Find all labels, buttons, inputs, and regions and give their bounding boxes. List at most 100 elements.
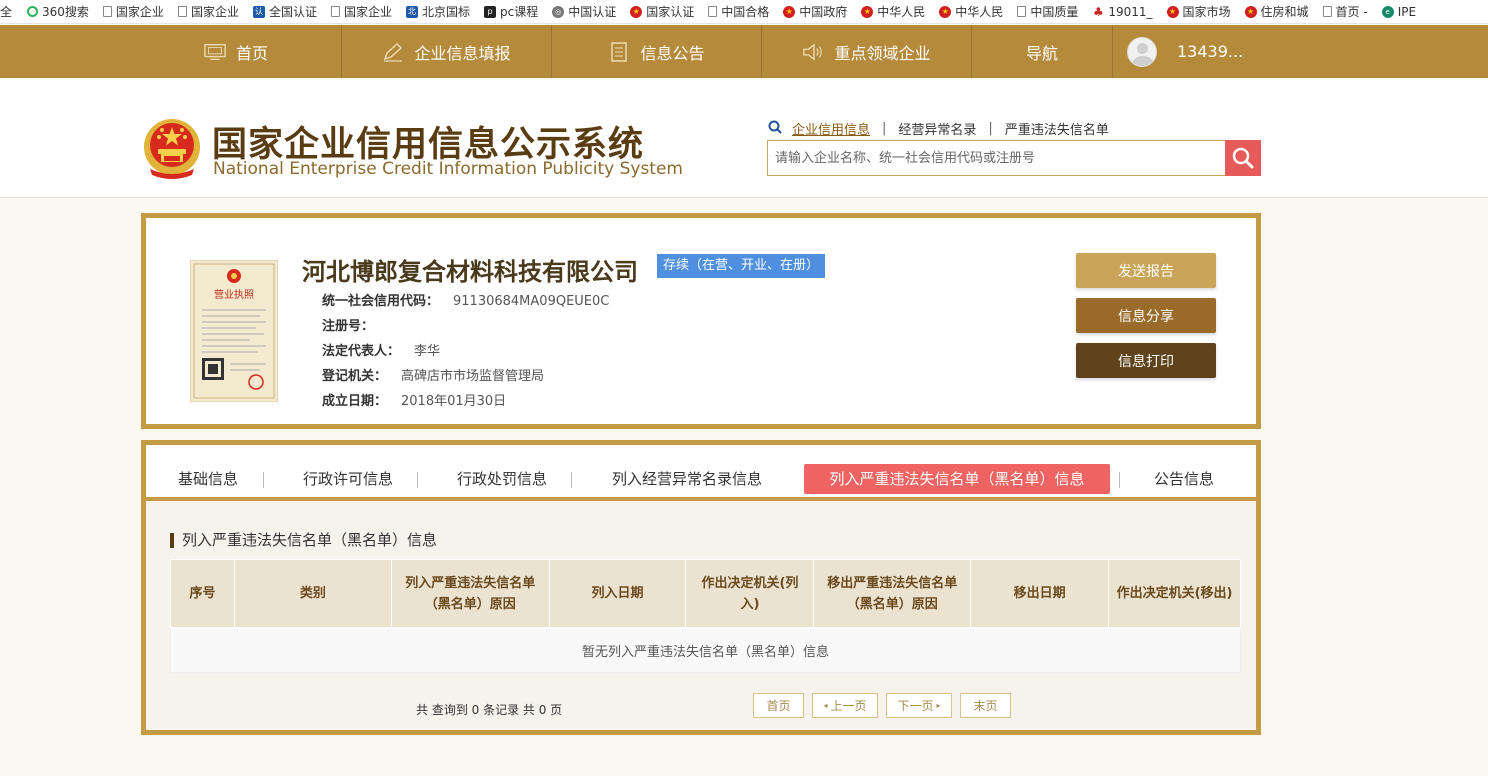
blacklist-table: 序号 类别 列入严重违法失信名单（黑名单）原因 列入日期 作出决定机关(列入) … xyxy=(170,559,1241,673)
pager-last-button[interactable]: 末页 xyxy=(960,693,1011,718)
field-credit-code: 统一社会信用代码： 91130684MA09QEUE0C xyxy=(322,294,610,309)
bookmark-item[interactable]: 国家企业 xyxy=(171,0,246,23)
emblem-icon: ★ xyxy=(630,5,643,18)
link-abnormal-list[interactable]: 经营异常名录 xyxy=(898,119,976,138)
bookmark-item[interactable]: e IPE xyxy=(1375,0,1423,23)
search-button[interactable] xyxy=(1225,140,1261,176)
site-subtitle: National Enterprise Credit Information P… xyxy=(213,159,683,179)
company-name: 河北博郎复合材料科技有限公司 xyxy=(302,258,638,286)
pager-first-button[interactable]: 首页 xyxy=(753,693,804,718)
nav-spacer-left xyxy=(0,25,131,78)
table-row: 暂无列入严重违法失信名单（黑名单）信息 xyxy=(170,627,1241,673)
nav-notice[interactable]: 信息公告 xyxy=(552,25,762,78)
field-founded: 成立日期： 2018年01月30日 xyxy=(322,394,507,409)
bookmark-item[interactable]: ★ 中华人民 xyxy=(932,0,1010,23)
tab-blacklist[interactable]: 列入严重违法失信名单（黑名单）信息 xyxy=(804,464,1110,494)
nav-user[interactable]: 13439... xyxy=(1113,25,1293,78)
column-header: 作出决定机关(列入) xyxy=(685,559,815,628)
search-input[interactable] xyxy=(768,141,1225,175)
column-header: 列入日期 xyxy=(548,559,687,628)
emblem-icon: ★ xyxy=(939,5,952,18)
avatar xyxy=(1127,36,1157,67)
record-count: 共 查询到 0 条记录 共 0 页 xyxy=(416,703,563,717)
field-reg-number: 注册号： xyxy=(322,319,375,334)
chevron-right-icon: ▸ xyxy=(936,701,941,710)
bookmark-item[interactable]: 全 xyxy=(0,0,20,23)
course-icon: p xyxy=(484,5,496,18)
detail-panel: 基础信息 行政许可信息 行政处罚信息 列入经营异常名录信息 列入严重违法失信名单… xyxy=(141,440,1261,735)
bookmark-item[interactable]: 首页 - xyxy=(1316,0,1375,23)
business-license-image: 营业执照 xyxy=(190,260,278,402)
bookmark-item[interactable]: 认全国认证 xyxy=(246,0,324,23)
bookmarks-bar: 全 360搜索 国家企业 国家企业 认全国认证 国家企业 北北京国标 p pc课程… xyxy=(0,0,1488,24)
nav-fill-report[interactable]: 企业信息填报 xyxy=(342,25,552,78)
license-title: 营业执照 xyxy=(214,288,254,301)
send-report-button[interactable]: 发送报告 xyxy=(1076,253,1216,288)
table-header-row: 序号 类别 列入严重违法失信名单（黑名单）原因 列入日期 作出决定机关(列入) … xyxy=(170,559,1241,628)
divider: | xyxy=(988,121,993,136)
pencil-icon xyxy=(382,42,404,62)
search-icon xyxy=(768,120,782,138)
bookmark-item[interactable]: ◎ 中国认证 xyxy=(545,0,623,23)
share-button[interactable]: 信息分享 xyxy=(1076,298,1216,333)
section-title: 列入严重违法失信名单（黑名单）信息 xyxy=(170,533,437,548)
document-icon xyxy=(608,41,630,62)
tab-basic-info[interactable]: 基础信息 xyxy=(158,464,258,494)
bookmark-item[interactable]: ★ 中国政府 xyxy=(776,0,854,23)
column-header: 列入严重违法失信名单（黑名单）原因 xyxy=(390,559,550,628)
column-header: 类别 xyxy=(233,559,392,628)
divider xyxy=(571,472,572,488)
page-icon xyxy=(330,6,340,17)
national-emblem-icon xyxy=(144,119,200,179)
emblem-icon: ★ xyxy=(1244,5,1257,18)
monitor-icon xyxy=(204,43,226,61)
speaker-icon xyxy=(802,42,824,61)
link-blacklist[interactable]: 严重违法失信名单 xyxy=(1005,119,1109,138)
page-icon xyxy=(708,6,718,17)
page-icon xyxy=(1017,6,1027,17)
print-button[interactable]: 信息打印 xyxy=(1076,343,1216,378)
bookmark-item[interactable]: ★ 中华人民 xyxy=(854,0,932,23)
search-icon xyxy=(1232,147,1254,169)
pager-next-button[interactable]: 下一页 ▸ xyxy=(886,693,952,718)
bookmark-item[interactable]: ★ 国家市场 xyxy=(1160,0,1238,23)
bookmark-item[interactable]: ★ 住房和城 xyxy=(1238,0,1316,23)
divider xyxy=(1119,472,1120,488)
nav-guide[interactable]: 导航 xyxy=(972,25,1113,78)
tab-announcement[interactable]: 公告信息 xyxy=(1136,464,1232,494)
link-credit-info[interactable]: 企业信用信息 xyxy=(792,119,870,138)
column-header: 序号 xyxy=(170,559,235,628)
page-icon xyxy=(1322,6,1332,17)
tab-penalty[interactable]: 行政处罚信息 xyxy=(442,464,562,494)
search-type-links: 企业信用信息 | 经营异常名录 | 严重违法失信名单 xyxy=(768,119,1109,138)
divider: | xyxy=(882,121,887,136)
nav-key-enterprise[interactable]: 重点领域企业 xyxy=(762,25,972,78)
bookmark-item[interactable]: 国家企业 xyxy=(96,0,171,23)
bookmark-item[interactable]: 国家企业 xyxy=(324,0,399,23)
bookmark-item[interactable]: 360搜索 xyxy=(20,0,96,23)
pager-prev-button[interactable]: ◂ 上一页 xyxy=(812,693,878,718)
nav-home[interactable]: 首页 xyxy=(131,25,342,78)
emblem-icon: ★ xyxy=(783,5,796,18)
field-authority: 登记机关： 高碑店市市场监督管理局 xyxy=(322,369,545,384)
bookmark-item[interactable]: 北北京国标 xyxy=(399,0,477,23)
tab-license[interactable]: 行政许可信息 xyxy=(288,464,408,494)
bookmark-item[interactable]: 中国合格 xyxy=(701,0,776,23)
bookmark-item[interactable]: ★ 国家认证 xyxy=(623,0,701,23)
empty-message: 暂无列入严重违法失信名单（黑名单）信息 xyxy=(170,627,1241,673)
person-icon: ♣ xyxy=(1092,4,1104,19)
tab-bar: 基础信息 行政许可信息 行政处罚信息 列入经营异常名录信息 列入严重违法失信名单… xyxy=(146,445,1256,501)
360-icon xyxy=(27,6,39,17)
tab-abnormal[interactable]: 列入经营异常名录信息 xyxy=(596,464,778,494)
chevron-left-icon: ◂ xyxy=(823,701,828,710)
bsi-icon: 北 xyxy=(405,5,418,18)
bookmark-item[interactable]: ♣ 19011_ xyxy=(1085,0,1159,23)
divider xyxy=(417,472,418,488)
bookmark-item[interactable]: 中国质量 xyxy=(1010,0,1085,23)
bookmark-item[interactable]: p pc课程 xyxy=(477,0,545,23)
company-card: 营业执照 河北博郎复合材料科技有限公司 存续（在营、开业、在册） 统一社会信用代… xyxy=(141,213,1261,429)
page-icon xyxy=(177,6,187,17)
page-icon xyxy=(102,6,112,17)
emblem-icon: ★ xyxy=(1166,5,1179,18)
column-header: 作出决定机关(移出) xyxy=(1108,559,1241,628)
